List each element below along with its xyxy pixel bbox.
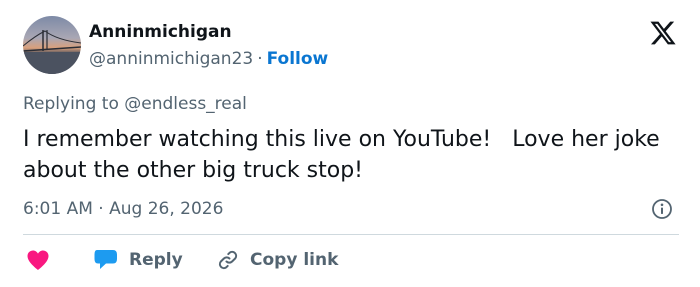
heart-icon (27, 250, 49, 270)
link-icon (218, 250, 238, 270)
info-icon[interactable] (651, 198, 673, 220)
tweet-time[interactable]: 6:01 AM (23, 199, 93, 219)
avatar[interactable] (23, 16, 81, 74)
divider (23, 234, 679, 235)
like-button[interactable] (26, 246, 50, 274)
tweet-header: Anninmichigan @anninmichigan23 · Follow (23, 16, 683, 78)
speech-bubble-icon (94, 250, 117, 269)
display-name[interactable]: Anninmichigan (89, 22, 232, 42)
follow-button[interactable]: Follow (267, 49, 329, 69)
reply-button[interactable]: Reply (93, 246, 183, 274)
tweet-text: I remember watching this live on YouTube… (23, 127, 667, 183)
reply-mention-link[interactable]: @endless_real (124, 94, 247, 114)
separator-dot: · (257, 49, 263, 69)
reply-label: Reply (129, 250, 183, 270)
handle-row: @anninmichigan23 · Follow (89, 49, 328, 69)
action-bar: Reply Copy link (23, 246, 683, 274)
replying-to: Replying to @endless_real (23, 94, 247, 114)
copy-link-button[interactable]: Copy link (216, 246, 338, 274)
x-logo-icon[interactable] (649, 19, 677, 47)
user-handle[interactable]: @anninmichigan23 (89, 49, 253, 69)
meta-separator: · (98, 199, 104, 219)
replying-to-prefix: Replying to (23, 94, 119, 114)
copy-link-label: Copy link (250, 250, 339, 270)
tweet-meta: 6:01 AM · Aug 26, 2026 (23, 199, 223, 219)
bridge-photo-icon (23, 30, 81, 74)
tweet-date[interactable]: Aug 26, 2026 (109, 199, 223, 219)
